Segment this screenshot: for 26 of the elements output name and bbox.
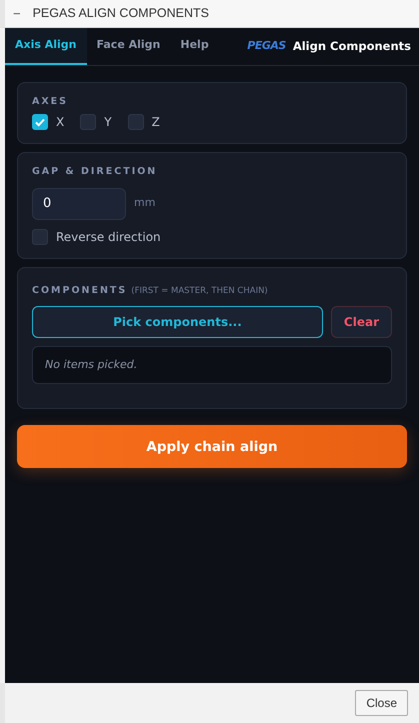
close-button[interactable]: Close [355,690,408,716]
section-heading: AXES [32,95,70,109]
tab[interactable]: Axis Align [5,28,87,65]
checkbox[interactable] [32,114,48,130]
checkbox[interactable] [80,114,96,130]
tab[interactable]: Face Align [86,28,170,65]
check-icon [34,116,46,128]
section-heading: COMPONENTS [32,284,128,298]
minimize-button[interactable]: − [13,4,21,24]
empty-message: No items picked. [32,346,392,384]
pick-components-button[interactable]: Pick components... [32,306,323,338]
checkbox[interactable] [128,114,144,130]
unit-label: mm [134,195,156,212]
section-note: (FIRST = MASTER, THEN CHAIN) [131,284,268,298]
clear-button[interactable]: Clear [330,306,392,338]
gap-input-field[interactable]: 0 [32,188,126,220]
brand-logo: PEGAS [247,38,286,54]
tab[interactable]: Help [170,28,219,65]
checkbox-label: X [56,114,64,132]
checkbox-label: Z [152,114,160,132]
checkbox[interactable] [32,228,48,244]
section-heading: GAP & DIRECTION [32,165,158,180]
app-title: Align Components [292,38,411,55]
window-title: PEGAS ALIGN COMPONENTS [32,5,210,22]
checkbox-label: Reverse direction [56,228,161,246]
checkbox-label: Y [104,114,112,132]
